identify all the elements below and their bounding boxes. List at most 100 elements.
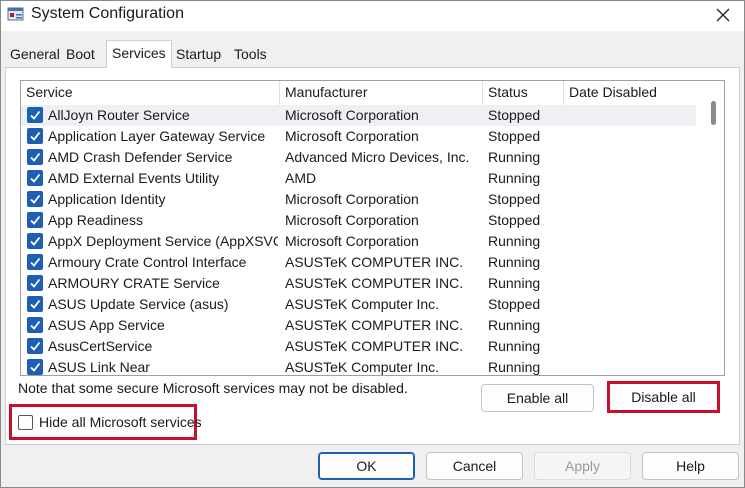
list-scrollbar-thumb[interactable] xyxy=(711,101,716,125)
cell-service: Application Identity xyxy=(48,191,166,207)
tab-boot[interactable]: Boot xyxy=(61,43,100,67)
table-row[interactable]: ARMOURY CRATE Service ASUSTeK COMPUTER IN… xyxy=(21,273,696,294)
column-header-date-disabled[interactable]: Date Disabled xyxy=(564,81,696,105)
cell-date-disabled xyxy=(569,315,694,336)
tab-tools[interactable]: Tools xyxy=(229,43,272,67)
service-checkbox[interactable] xyxy=(27,296,43,312)
enable-all-button[interactable]: Enable all xyxy=(481,384,594,412)
service-checkbox[interactable] xyxy=(27,233,43,249)
cell-manufacturer: ASUSTeK COMPUTER INC. xyxy=(285,254,464,270)
service-checkbox[interactable] xyxy=(27,191,43,207)
cell-date-disabled xyxy=(569,336,694,357)
table-row[interactable]: ASUS App Service ASUSTeK COMPUTER INC. Run… xyxy=(21,315,696,336)
cell-status: Running xyxy=(488,254,541,270)
cell-service: ASUS Update Service (asus) xyxy=(48,296,229,312)
tab-services[interactable]: Services xyxy=(106,40,172,68)
title-bar: System Configuration xyxy=(1,1,744,31)
cell-date-disabled xyxy=(569,168,694,189)
checkmark-icon xyxy=(30,152,41,162)
service-checkbox[interactable] xyxy=(27,212,43,228)
close-icon xyxy=(716,8,730,22)
services-panel: Service Manufacturer Status Date Disable… xyxy=(5,67,740,445)
column-header-service[interactable]: Service xyxy=(21,81,280,105)
cell-manufacturer: Microsoft Corporation xyxy=(285,191,419,207)
tab-startup[interactable]: Startup xyxy=(171,43,226,67)
service-checkbox[interactable] xyxy=(27,254,43,270)
cell-manufacturer: Advanced Micro Devices, Inc. xyxy=(285,149,470,165)
service-checkbox[interactable] xyxy=(27,275,43,291)
checkmark-icon xyxy=(30,362,41,372)
service-checkbox[interactable] xyxy=(27,107,43,123)
cell-status: Stopped xyxy=(488,107,541,123)
list-rows: AllJoyn Router Service Microsoft Corporat… xyxy=(21,105,696,375)
cell-status: Running xyxy=(488,338,541,354)
checkmark-icon xyxy=(30,299,41,309)
table-row[interactable]: ASUS Update Service (asus) ASUSTeK Comput… xyxy=(21,294,696,315)
service-checkbox[interactable] xyxy=(27,170,43,186)
cancel-button[interactable]: Cancel xyxy=(426,452,523,480)
table-row[interactable]: AllJoyn Router Service Microsoft Corporat… xyxy=(21,105,696,126)
checkmark-icon xyxy=(30,110,41,120)
cell-manufacturer: Microsoft Corporation xyxy=(285,212,419,228)
cell-service: Application Layer Gateway Service xyxy=(48,128,266,144)
note-text: Note that some secure Microsoft services… xyxy=(18,380,408,396)
hide-ms-checkbox[interactable] xyxy=(18,414,33,430)
cell-service: ARMOURY CRATE Service xyxy=(48,275,220,291)
checkmark-icon xyxy=(30,257,41,267)
cell-date-disabled xyxy=(569,273,694,294)
cell-date-disabled xyxy=(569,105,694,126)
cell-status: Running xyxy=(488,233,541,249)
cell-service: App Readiness xyxy=(48,212,143,228)
table-row[interactable]: Armoury Crate Control Interface ASUSTeK C… xyxy=(21,252,696,273)
service-checkbox[interactable] xyxy=(27,149,43,165)
checkmark-icon xyxy=(30,215,41,225)
table-row[interactable]: AppX Deployment Service (AppXSVC) Microso… xyxy=(21,231,696,252)
cell-status: Running xyxy=(488,170,541,186)
cell-manufacturer: ASUSTeK Computer Inc. xyxy=(285,359,440,375)
cell-service: AllJoyn Router Service xyxy=(48,107,190,123)
help-button[interactable]: Help xyxy=(642,452,739,480)
checkmark-icon xyxy=(30,194,41,204)
service-checkbox[interactable] xyxy=(27,359,43,375)
services-list[interactable]: Service Manufacturer Status Date Disable… xyxy=(20,80,725,376)
cell-service: Armoury Crate Control Interface xyxy=(48,254,247,270)
cell-status: Stopped xyxy=(488,212,541,228)
checkmark-icon xyxy=(30,236,41,246)
cell-date-disabled xyxy=(569,357,694,375)
table-row[interactable]: Application Identity Microsoft Corporatio… xyxy=(21,189,696,210)
cell-status: Running xyxy=(488,149,541,165)
table-row[interactable]: App Readiness Microsoft Corporation Stoppe… xyxy=(21,210,696,231)
table-row[interactable]: AMD External Events Utility AMD Running xyxy=(21,168,696,189)
close-button[interactable] xyxy=(708,3,738,27)
hide-ms-services[interactable]: Hide all Microsoft services xyxy=(18,412,202,432)
column-header-status[interactable]: Status xyxy=(483,81,564,105)
cell-status: Stopped xyxy=(488,191,541,207)
cell-date-disabled xyxy=(569,231,694,252)
apply-button[interactable]: Apply xyxy=(534,452,631,480)
column-header-manufacturer[interactable]: Manufacturer xyxy=(280,81,483,105)
table-row[interactable]: AMD Crash Defender Service Advanced Micro… xyxy=(21,147,696,168)
tab-general[interactable]: General xyxy=(5,43,65,67)
cell-manufacturer: ASUSTeK Computer Inc. xyxy=(285,296,440,312)
service-checkbox[interactable] xyxy=(27,317,43,333)
cell-status: Stopped xyxy=(488,296,541,312)
service-checkbox[interactable] xyxy=(27,128,43,144)
ok-button[interactable]: OK xyxy=(318,452,415,480)
cell-manufacturer: AMD xyxy=(285,170,317,186)
table-row[interactable]: AsusCertService ASUSTeK COMPUTER INC. Runn… xyxy=(21,336,696,357)
window-title: System Configuration xyxy=(31,5,184,22)
table-row[interactable]: Application Layer Gateway Service Microso… xyxy=(21,126,696,147)
service-checkbox[interactable] xyxy=(27,338,43,354)
dialog-buttons: OK Cancel Apply Help xyxy=(1,445,744,487)
cell-date-disabled xyxy=(569,294,694,315)
cell-manufacturer: Microsoft Corporation xyxy=(285,128,419,144)
disable-all-button[interactable]: Disable all xyxy=(611,385,716,409)
cell-date-disabled xyxy=(569,189,694,210)
cell-service: AMD External Events Utility xyxy=(48,170,220,186)
list-header: Service Manufacturer Status Date Disable… xyxy=(21,81,696,105)
msconfig-icon xyxy=(7,7,24,21)
table-row[interactable]: ASUS Link Near ASUSTeK Computer Inc. Runni… xyxy=(21,357,696,375)
cell-service: ASUS App Service xyxy=(48,317,165,333)
cell-date-disabled xyxy=(569,147,694,168)
cell-status: Running xyxy=(488,275,541,291)
